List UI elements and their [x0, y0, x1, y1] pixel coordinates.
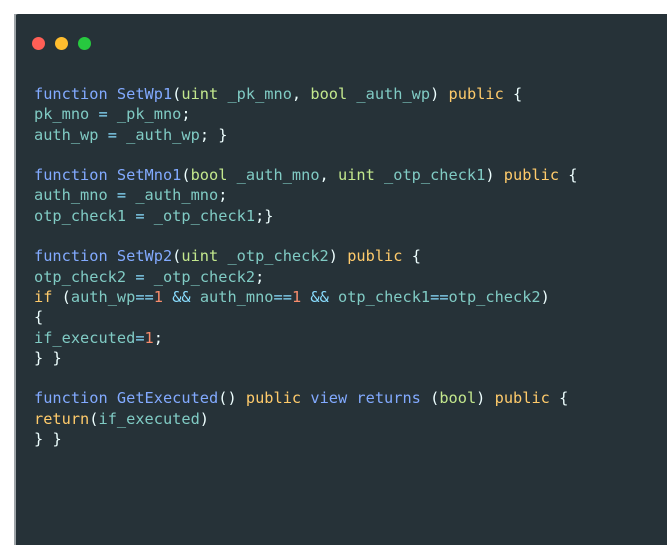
code-block: function SetWp1(uint _pk_mno, bool _auth… [34, 84, 578, 449]
code-line: function SetWp1(uint _pk_mno, bool _auth… [34, 85, 523, 103]
close-dot-icon[interactable] [32, 37, 45, 50]
code-line: otp_check2 = _otp_check2; [34, 267, 265, 286]
code-line: if_executed=1; [34, 328, 163, 347]
code-line: { [34, 308, 44, 327]
code-line: auth_mno = _auth_mno; [34, 186, 228, 205]
code-line: if (auth_wp==1 && auth_mno==1 && otp_che… [34, 287, 550, 306]
code-line: otp_check1 = _otp_check1;} [34, 206, 274, 225]
maximize-dot-icon[interactable] [78, 37, 91, 50]
code-line: } } [34, 348, 62, 367]
code-line: function SetMno1(bool _auth_mno, uint _o… [34, 166, 578, 185]
window-controls [32, 37, 91, 50]
code-line: return(if_executed) [34, 409, 210, 428]
code-line: pk_mno = _pk_mno; [34, 105, 191, 124]
code-line: function GetExecuted() public view retur… [34, 389, 569, 408]
window-border [14, 14, 16, 545]
code-line: } } [34, 430, 62, 449]
code-line: function SetWp2(uint _otp_check2) public… [34, 247, 421, 266]
code-line: auth_wp = _auth_wp; } [34, 125, 228, 144]
minimize-dot-icon[interactable] [55, 37, 68, 50]
code-window: function SetWp1(uint _pk_mno, bool _auth… [14, 14, 667, 545]
